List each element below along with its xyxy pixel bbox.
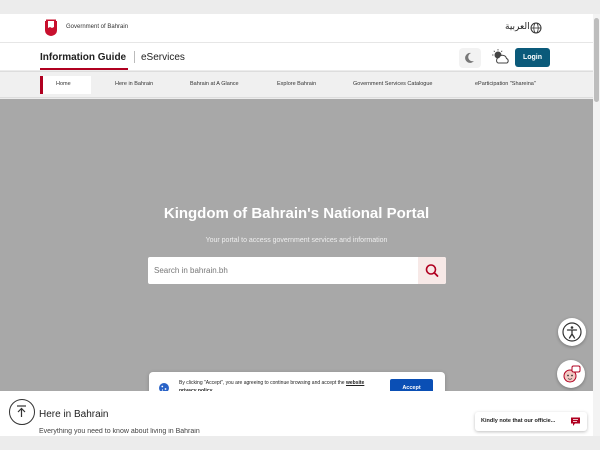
tab-information-guide[interactable]: Information Guide: [40, 43, 126, 70]
hero-title: Kingdom of Bahrain's National Portal: [163, 205, 430, 222]
active-tab-underline: [40, 68, 128, 70]
government-name: Government of Bahrain: [66, 24, 129, 30]
login-button[interactable]: Login: [515, 48, 550, 67]
notice-text: Kindly note that our officie...: [481, 418, 556, 424]
arrow-up-icon: [17, 405, 26, 417]
menu-item-bahrain-at-a-glance[interactable]: Bahrain at A Glance: [190, 81, 239, 87]
here-in-bahrain-section: Here in Bahrain Everything you need to k…: [0, 391, 593, 436]
menu-item-explore-bahrain[interactable]: Explore Bahrain: [277, 81, 316, 87]
accessibility-icon: [562, 322, 582, 342]
search-input[interactable]: [148, 257, 418, 284]
weather-cloud-icon[interactable]: [491, 48, 511, 66]
window-bottom-strip: [0, 436, 600, 450]
section-title: Here in Bahrain: [39, 409, 109, 420]
scroll-to-top-button[interactable]: [9, 399, 35, 425]
search-icon: [425, 264, 439, 277]
language-switch-link[interactable]: العربية: [505, 22, 530, 32]
page: Government of Bahrain العربية Informatio…: [0, 0, 600, 450]
cookie-consent-message: By clicking "Accept", you are agreeing t…: [179, 380, 345, 386]
moon-icon: [465, 52, 474, 63]
search-box: [148, 257, 446, 284]
search-button[interactable]: [418, 257, 446, 284]
hero-banner: Kingdom of Bahrain's National Portal You…: [0, 99, 593, 391]
assistant-avatar-icon: [563, 365, 581, 383]
prayer-times-button[interactable]: [459, 48, 481, 68]
notice-chat-prompt[interactable]: Kindly note that our officie...: [475, 412, 587, 431]
page-scrollbar[interactable]: [593, 14, 600, 436]
scrollbar-thumb[interactable]: [594, 18, 599, 102]
chat-bubble-icon: [571, 417, 580, 426]
top-bar: Government of Bahrain العربية: [0, 14, 593, 42]
accessibility-button[interactable]: [558, 318, 586, 346]
menu-bar: Home Here in Bahrain Bahrain at A Glance…: [0, 71, 593, 98]
menu-item-eparticipation[interactable]: eParticipation "Shareina": [475, 81, 536, 87]
section-description: Everything you need to know about living…: [39, 428, 200, 435]
menu-item-government-services-catalogue[interactable]: Government Services Catalogue: [353, 81, 432, 87]
tab-divider: [134, 51, 135, 63]
menu-item-home[interactable]: Home: [40, 76, 91, 94]
virtual-assistant-button[interactable]: [557, 360, 585, 388]
hero-subtitle: Your portal to access government service…: [205, 237, 388, 244]
bahrain-emblem-icon[interactable]: [42, 19, 60, 37]
menu-item-here-in-bahrain[interactable]: Here in Bahrain: [115, 81, 153, 87]
globe-icon[interactable]: [530, 22, 542, 34]
main-nav-bar: Information Guide eServices Login: [0, 42, 593, 70]
tab-eservices[interactable]: eServices: [141, 52, 185, 63]
